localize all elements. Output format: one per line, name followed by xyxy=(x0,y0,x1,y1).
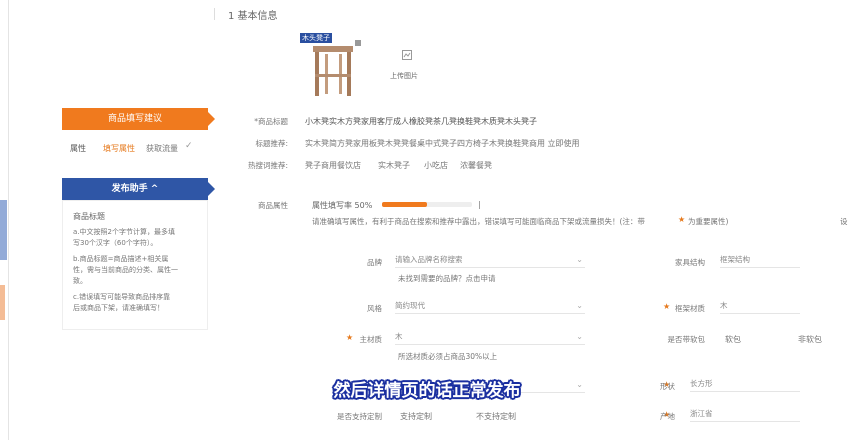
origin-value: 浙江省 xyxy=(690,409,713,418)
title-label: *商品标题 xyxy=(254,117,288,126)
attr-hint-right: 设 xyxy=(840,217,848,226)
style-label: 风格 xyxy=(367,304,382,313)
chevron-down-icon: ⌄ xyxy=(576,301,583,310)
brand-select[interactable]: 请输入品牌名称搜索 ⌄ xyxy=(395,253,585,268)
section-divider xyxy=(214,8,215,20)
helper-heading: 商品标题 xyxy=(73,212,105,221)
soft-label: 是否带软包 xyxy=(667,335,706,344)
origin-select[interactable]: 浙江省 xyxy=(690,407,800,422)
material-label: 主材质 xyxy=(359,335,383,344)
hot-word[interactable]: 实木凳子 xyxy=(378,160,410,171)
material-value: 木 xyxy=(395,332,403,341)
section-title: 1 基本信息 xyxy=(228,11,278,22)
attr-label: 商品属性 xyxy=(258,201,288,210)
structure-label: 家具结构 xyxy=(675,258,705,267)
wood-value: 木 xyxy=(720,301,728,310)
helper-tip: 写30个汉字（60个字符）。 xyxy=(73,239,158,247)
hot-word[interactable]: 浓馨餐凳 xyxy=(460,160,492,171)
structure-select[interactable]: 框架结构 xyxy=(720,253,800,268)
attr-row-label: 属性 xyxy=(70,144,86,153)
custom-option[interactable]: 不支持定制 xyxy=(476,411,516,422)
brand-apply-link[interactable]: 未找到需要的品牌？点击申请 xyxy=(398,273,496,284)
custom-label: 是否支持定制 xyxy=(337,412,382,421)
wood-select[interactable]: 木 xyxy=(720,299,800,314)
video-subtitle: 然后详情页的话正常发布 xyxy=(333,381,521,401)
publish-helper-panel: 商品标题 a.中文按照2个字节计算，最多填 写30个汉字（60个字符）。 b.商… xyxy=(62,200,208,330)
left-divider xyxy=(8,0,9,440)
title-recommend-label: 标题推荐: xyxy=(255,139,288,148)
image-upload-icon[interactable] xyxy=(402,50,412,60)
helper-tip: 致。 xyxy=(73,277,87,285)
custom-option[interactable]: 支持定制 xyxy=(400,411,432,422)
chevron-down-icon: ⌄ xyxy=(576,255,583,264)
attr-progress-sep: | xyxy=(478,200,481,209)
hot-words-label: 热搜词推荐: xyxy=(247,161,288,170)
left-edge-decoration xyxy=(0,200,7,260)
helper-tip: a.中文按照2个字节计算，最多填 xyxy=(73,228,175,236)
fill-attr-link[interactable]: 填写属性 xyxy=(103,143,135,154)
brand-placeholder: 请输入品牌名称搜索 xyxy=(395,255,463,264)
wood-label: 框架材质 xyxy=(675,304,705,313)
check-icon: ✓ xyxy=(185,141,193,151)
hot-word[interactable]: 小吃店 xyxy=(424,160,448,171)
star-icon: ★ xyxy=(678,215,686,224)
suggest-title: 商品填写建议 xyxy=(62,108,215,130)
left-edge-decoration-2 xyxy=(0,285,5,320)
title-recommend-value[interactable]: 实木凳简方凳家用板凳木凳凳餐桌中式凳子四方椅子木凳换鞋凳商用 立即使用 xyxy=(305,138,580,149)
thumbnail-label: 木头凳子 xyxy=(300,33,332,43)
chevron-down-icon: ⌄ xyxy=(576,332,583,341)
helper-tip: 性，需与当前商品的分类、属性一 xyxy=(73,266,178,274)
helper-tip: c.错误填写可能导致商品排序靠 xyxy=(73,293,171,301)
title-input[interactable]: 小木凳实木方凳家用客厅成人橡胶凳茶几凳换鞋凳木质凳木头凳子 xyxy=(305,116,537,127)
upload-image-link[interactable]: 上传图片 xyxy=(390,71,418,81)
material-select[interactable]: 木 ⌄ xyxy=(395,330,585,345)
helper-tip: b.商品标题=商品描述+相关属 xyxy=(73,255,169,263)
material-help: 所选材质必须占商品30%以上 xyxy=(398,352,498,361)
brand-label: 品牌 xyxy=(367,258,382,267)
style-value: 简约现代 xyxy=(395,301,425,310)
attr-hint-tail: 为重要属性) xyxy=(688,217,729,226)
stool-image xyxy=(313,40,361,96)
style-select[interactable]: 简约现代 ⌄ xyxy=(395,299,585,314)
publish-helper-toggle[interactable]: 发布助手 ^ xyxy=(62,178,215,200)
attr-progress-fill xyxy=(382,202,427,207)
soft-option[interactable]: 非软包 xyxy=(798,334,822,345)
product-thumbnail[interactable] xyxy=(303,36,363,98)
hot-word[interactable]: 凳子商用餐饮店 xyxy=(305,160,361,171)
helper-tip: 后或商品下架，请准确填写！ xyxy=(73,304,164,312)
structure-value: 框架结构 xyxy=(720,255,750,264)
attr-hint: 请准确填写属性，有利于商品在搜索和推荐中露出，错误填写可能面临商品下架或流量损失… xyxy=(312,217,645,226)
attr-completion-label: 属性填写率 50% xyxy=(312,201,373,210)
origin-label: 产地 xyxy=(660,412,675,421)
soft-option[interactable]: 软包 xyxy=(725,334,741,345)
get-traffic-link[interactable]: 获取流量 xyxy=(146,143,178,154)
